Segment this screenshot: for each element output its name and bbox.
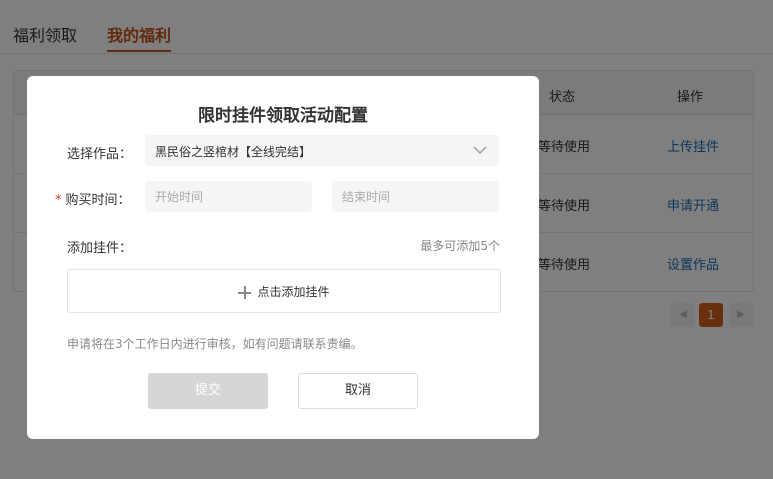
add-pendant-label: 点击添加挂件 — [257, 285, 330, 299]
review-help-text: 申请将在3个工作日内进行审核，如有问题请联系责编。 — [67, 337, 363, 351]
dialog-title: 限时挂件领取活动配置 — [198, 106, 368, 126]
required-asterisk: * — [55, 193, 62, 208]
cancel-button[interactable]: 取消 — [298, 373, 418, 409]
pendant-config-dialog: 限时挂件领取活动配置 选择作品： 黑民俗之竖棺材【全线完结】 *购买时间： 添加… — [27, 76, 539, 439]
work-label: 选择作品： — [67, 147, 133, 162]
time-label: 购买时间： — [65, 193, 131, 208]
add-pendant-button[interactable]: 点击添加挂件 — [67, 269, 501, 313]
work-select[interactable]: 黑民俗之竖棺材【全线完结】 — [145, 135, 499, 166]
plus-icon — [238, 286, 252, 299]
start-time-input[interactable] — [145, 181, 312, 212]
time-label-wrap: * 购买时间： — [55, 189, 131, 208]
max-pendants-note: 最多可添加5个 — [420, 239, 500, 253]
end-time-input[interactable] — [332, 181, 499, 212]
pendant-label: 添加挂件： — [67, 241, 133, 256]
submit-button[interactable]: 提交 — [148, 373, 268, 409]
chevron-down-icon — [473, 146, 487, 154]
add-pendant-inner: 点击添加挂件 — [68, 283, 500, 300]
work-select-value: 黑民俗之竖棺材【全线完结】 — [155, 145, 312, 159]
